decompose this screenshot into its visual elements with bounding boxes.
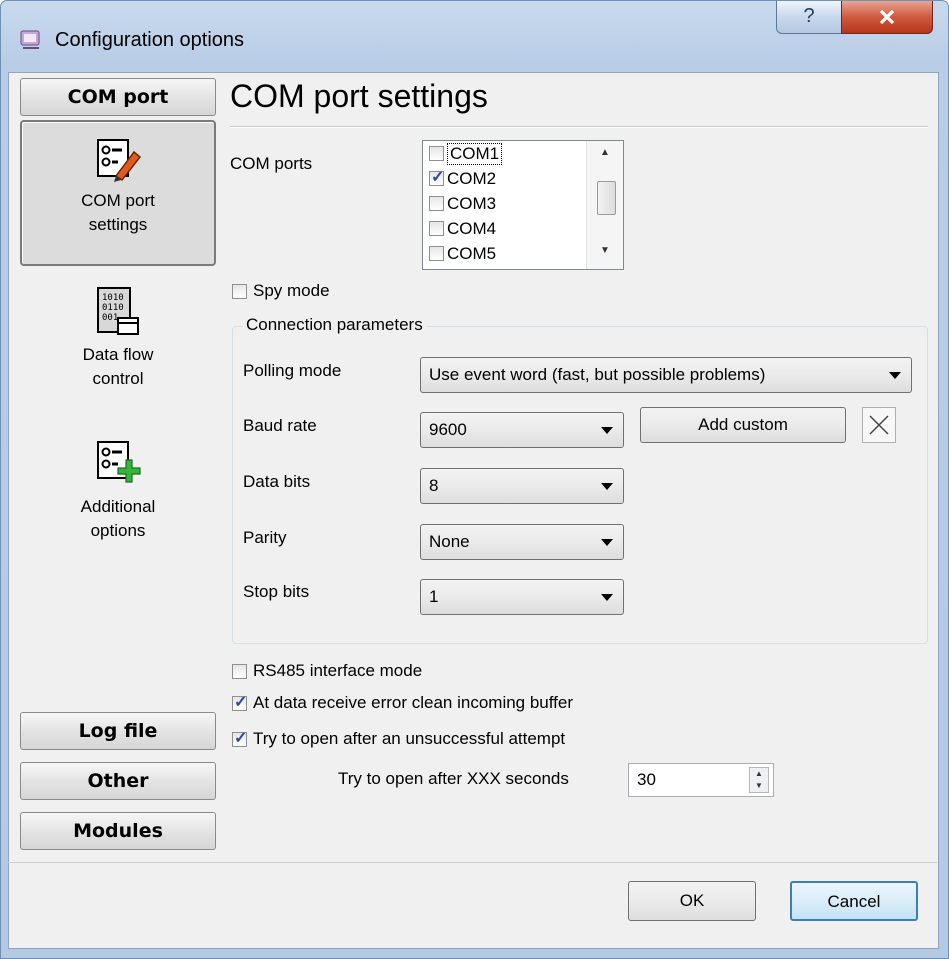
svg-text:0110: 0110: [102, 303, 124, 313]
category-com-port-button[interactable]: COM port: [20, 78, 216, 116]
svg-text:001: 001: [102, 313, 118, 323]
connection-parameters-title: Connection parameters: [242, 315, 427, 335]
chevron-down-icon: [889, 372, 901, 379]
rs485-checkbox[interactable]: [232, 663, 247, 679]
close-button[interactable]: [841, 1, 933, 34]
retry-seconds-value: 30: [637, 770, 656, 789]
footer-divider: [8, 862, 937, 863]
com-port-name: COM4: [447, 218, 497, 238]
stepper-up-icon[interactable]: ▲: [750, 768, 768, 780]
com2-checkbox[interactable]: [429, 167, 444, 187]
data-bits-label: Data bits: [243, 472, 311, 491]
list-scrollbar[interactable]: ▲ ▼: [586, 141, 623, 269]
baud-rate-value: 9600: [429, 420, 467, 439]
retry-seconds-field[interactable]: 30 ▲ ▼: [628, 763, 774, 797]
parity-select[interactable]: None: [420, 524, 624, 560]
window-title: Configuration options: [55, 29, 245, 51]
title-divider: [230, 126, 928, 128]
data-bits-value: 8: [429, 476, 439, 495]
com1-checkbox[interactable]: [429, 146, 444, 161]
add-options-icon: [97, 441, 141, 483]
baud-rate-label: Baud rate: [243, 416, 317, 435]
polling-mode-value: Use event word (fast, but possible probl…: [429, 365, 766, 384]
rs485-option[interactable]: RS485 interface mode: [232, 661, 422, 681]
binary-data-icon: 1010 0110 001: [97, 287, 139, 335]
baud-rate-select[interactable]: 9600: [420, 412, 624, 448]
svg-text:1010: 1010: [102, 293, 124, 303]
scroll-down-icon[interactable]: ▼: [600, 245, 610, 256]
com5-checkbox[interactable]: [429, 246, 444, 261]
add-custom-button[interactable]: Add custom: [640, 407, 846, 443]
parity-value: None: [429, 532, 470, 551]
page-title: COM port settings: [230, 78, 488, 114]
scroll-thumb[interactable]: [597, 181, 616, 215]
settings-pencil-icon: [97, 139, 142, 182]
com-port-name: COM2: [447, 168, 497, 188]
cancel-button[interactable]: Cancel: [790, 881, 918, 921]
retry-option[interactable]: Try to open after an unsuccessful attemp…: [232, 728, 566, 749]
chevron-down-icon: [601, 483, 613, 490]
clean-buffer-option[interactable]: At data receive error clean incoming buf…: [232, 692, 574, 713]
scroll-up-icon[interactable]: ▲: [600, 147, 610, 158]
com3-checkbox[interactable]: [429, 196, 444, 211]
close-icon: [879, 9, 895, 25]
remove-custom-button[interactable]: [862, 407, 896, 443]
clean-buffer-label: At data receive error clean incoming buf…: [253, 693, 574, 712]
spy-mode-option[interactable]: Spy mode: [232, 281, 330, 301]
chevron-down-icon: [601, 594, 613, 601]
delete-icon: [869, 415, 889, 435]
com-ports-list[interactable]: COM1 COM2 COM3 COM4 COM5 ▲ ▼: [422, 140, 624, 270]
chevron-down-icon: [601, 427, 613, 434]
chevron-down-icon: [601, 539, 613, 546]
com4-checkbox[interactable]: [429, 221, 444, 236]
stepper-down-icon[interactable]: ▼: [750, 780, 768, 792]
sidebar-item-data-flow-control[interactable]: 1010 0110 001 Data flow control: [20, 280, 216, 410]
stop-bits-select[interactable]: 1: [420, 579, 624, 615]
category-log-file-button[interactable]: Log file: [20, 712, 216, 750]
help-button[interactable]: ?: [776, 1, 842, 34]
polling-mode-select[interactable]: Use event word (fast, but possible probl…: [420, 357, 912, 393]
retry-checkbox[interactable]: [232, 728, 247, 748]
category-modules-button[interactable]: Modules: [20, 812, 216, 850]
stop-bits-label: Stop bits: [243, 582, 310, 601]
ok-button[interactable]: OK: [628, 881, 756, 921]
sidebar-label-line1: COM port: [81, 191, 155, 210]
retry-seconds-label: Try to open after XXX seconds: [338, 769, 569, 788]
retry-seconds-stepper[interactable]: ▲ ▼: [749, 767, 769, 793]
app-icon: [20, 30, 40, 49]
sidebar-label-line1: Additional: [80, 497, 156, 516]
sidebar-item-com-port-settings[interactable]: COM port settings: [20, 120, 216, 266]
category-other-button[interactable]: Other: [20, 762, 216, 800]
polling-mode-label: Polling mode: [243, 361, 342, 380]
sidebar-item-additional-options[interactable]: Additional options: [20, 432, 216, 572]
com-port-name: COM3: [447, 193, 497, 213]
sidebar-label-line2: control: [92, 369, 144, 388]
spy-mode-checkbox[interactable]: [232, 283, 247, 299]
stop-bits-value: 1: [429, 587, 439, 606]
retry-label: Try to open after an unsuccessful attemp…: [253, 729, 566, 748]
com-port-name: COM5: [447, 243, 497, 263]
title-bar: Configuration options ?: [1, 1, 948, 73]
data-bits-select[interactable]: 8: [420, 468, 624, 504]
spy-mode-label: Spy mode: [253, 281, 330, 300]
com-port-name: COM1: [447, 142, 503, 165]
parity-label: Parity: [243, 528, 287, 547]
rs485-label: RS485 interface mode: [253, 661, 423, 680]
sidebar-label-line2: settings: [88, 215, 148, 234]
sidebar-label-line2: options: [90, 521, 146, 540]
clean-buffer-checkbox[interactable]: [232, 692, 247, 712]
com-ports-label: COM ports: [230, 154, 313, 173]
sidebar-label-line1: Data flow: [82, 345, 154, 364]
